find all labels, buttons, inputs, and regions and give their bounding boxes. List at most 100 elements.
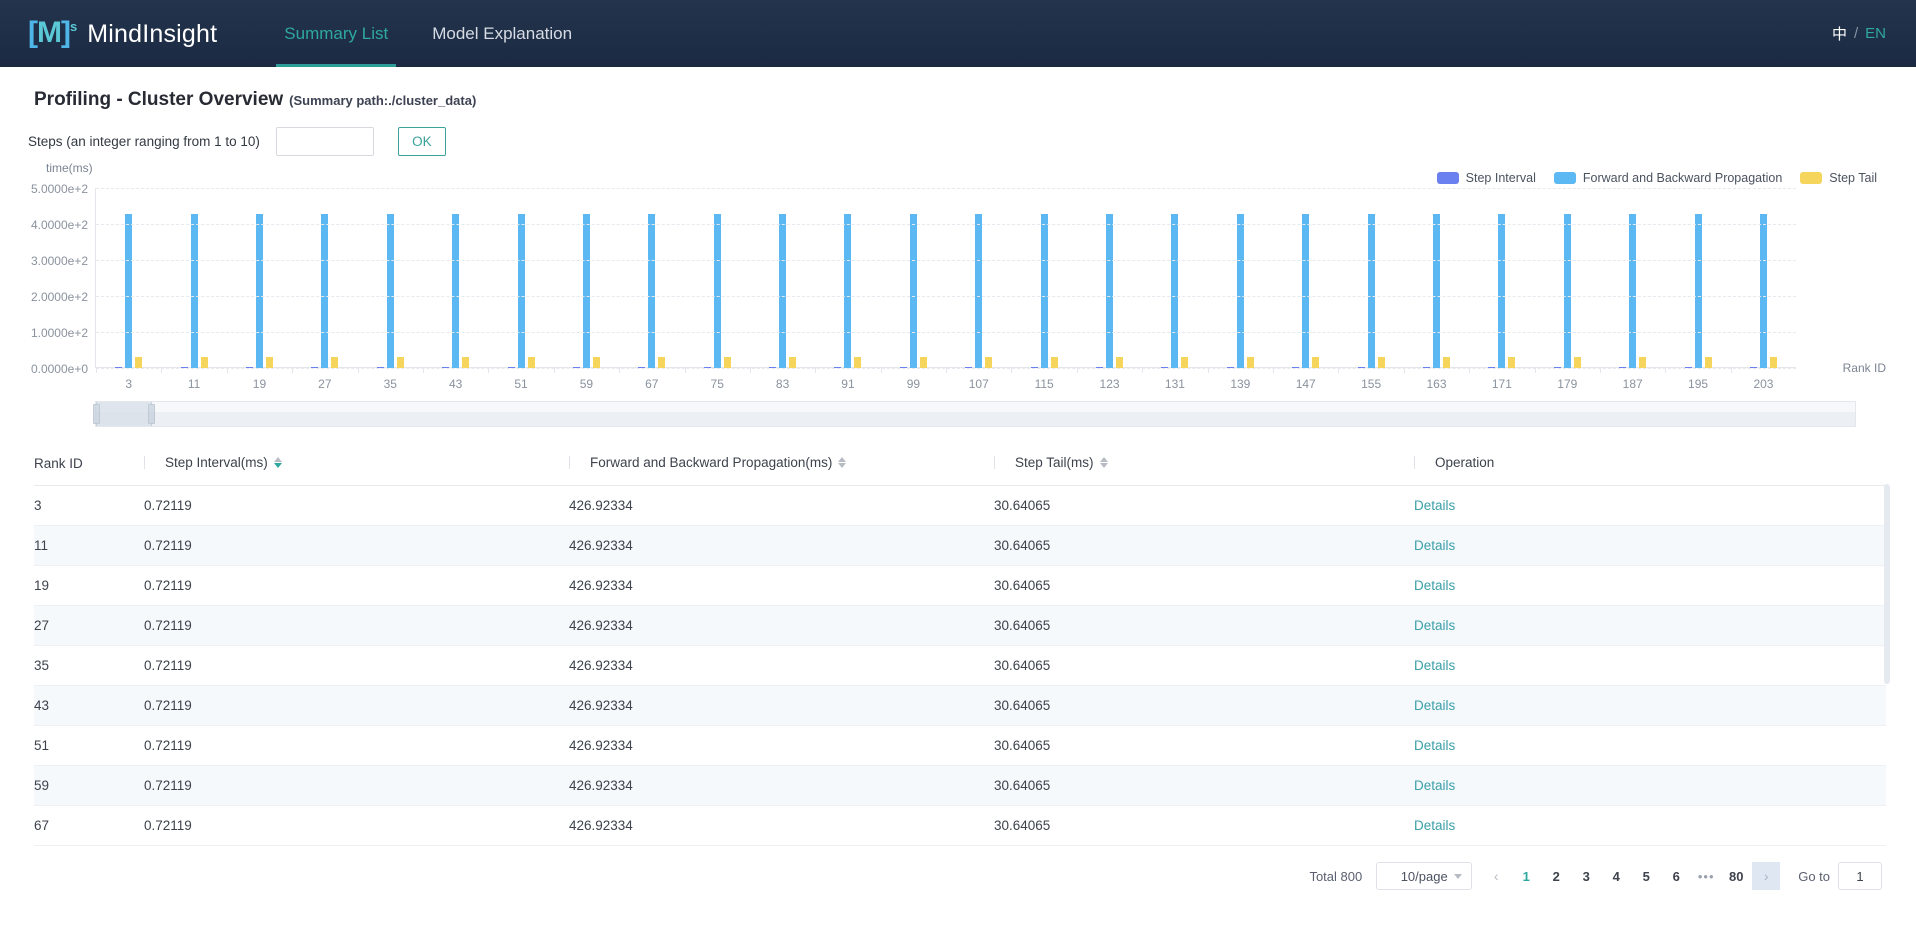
pagination-page-1[interactable]: 1	[1512, 862, 1540, 890]
details-link[interactable]: Details	[1414, 818, 1455, 833]
chart-bar-forward-backward-propagation[interactable]	[910, 214, 917, 368]
chart-bar-group[interactable]: 123	[1077, 188, 1142, 368]
chart-bar-group[interactable]: 147	[1273, 188, 1338, 368]
chart-bar-forward-backward-propagation[interactable]	[648, 214, 655, 368]
chart-bar-group[interactable]: 99	[881, 188, 946, 368]
column-header-step-interval[interactable]: Step Interval(ms)	[144, 444, 569, 486]
chart-bar-step-tail[interactable]	[1443, 357, 1450, 368]
chart-bar-step-tail[interactable]	[1378, 357, 1385, 368]
chart-bar-group[interactable]: 179	[1535, 188, 1600, 368]
chart-bar-forward-backward-propagation[interactable]	[1237, 214, 1244, 368]
sort-icon-step-tail[interactable]	[1100, 457, 1108, 468]
chart-bar-forward-backward-propagation[interactable]	[321, 214, 328, 368]
chart-bar-step-tail[interactable]	[1770, 357, 1777, 368]
details-link[interactable]: Details	[1414, 578, 1455, 593]
pagination-page-80[interactable]: 80	[1722, 862, 1750, 890]
pagination-page-2[interactable]: 2	[1542, 862, 1570, 890]
details-link[interactable]: Details	[1414, 778, 1455, 793]
chart-bar-forward-backward-propagation[interactable]	[1171, 214, 1178, 368]
details-link[interactable]: Details	[1414, 498, 1455, 513]
chart-bar-forward-backward-propagation[interactable]	[191, 214, 198, 368]
column-header-forward-backward-propagation[interactable]: Forward and Backward Propagation(ms)	[569, 444, 994, 486]
legend-item-step-interval[interactable]: Step Interval	[1437, 171, 1536, 185]
chart-bar-forward-backward-propagation[interactable]	[1041, 214, 1048, 368]
table-row[interactable]: 670.72119426.9233430.64065Details	[34, 806, 1886, 846]
datazoom-handle-left[interactable]	[93, 404, 100, 424]
chart-bar-step-tail[interactable]	[1181, 357, 1188, 368]
chart-bar-forward-backward-propagation[interactable]	[844, 214, 851, 368]
chart-bar-step-tail[interactable]	[462, 357, 469, 368]
chart-bar-group[interactable]: 139	[1208, 188, 1273, 368]
chart-bar-step-tail[interactable]	[528, 357, 535, 368]
chart-bar-step-tail[interactable]	[1508, 357, 1515, 368]
chart-bar-group[interactable]: 67	[619, 188, 684, 368]
chart-bar-forward-backward-propagation[interactable]	[1760, 214, 1767, 368]
chart-bar-forward-backward-propagation[interactable]	[583, 214, 590, 368]
pagination-page-6[interactable]: 6	[1662, 862, 1690, 890]
chart-bar-forward-backward-propagation[interactable]	[387, 214, 394, 368]
chart-bar-group[interactable]: 195	[1665, 188, 1730, 368]
chart-bar-forward-backward-propagation[interactable]	[256, 214, 263, 368]
chart-bar-forward-backward-propagation[interactable]	[1368, 214, 1375, 368]
chart-bar-forward-backward-propagation[interactable]	[1433, 214, 1440, 368]
table-vertical-scrollbar[interactable]	[1884, 484, 1890, 684]
chart-bar-forward-backward-propagation[interactable]	[1695, 214, 1702, 368]
chart-bar-group[interactable]: 107	[946, 188, 1011, 368]
chart-bar-group[interactable]: 43	[423, 188, 488, 368]
sort-icon-forward-backward-propagation[interactable]	[838, 457, 846, 468]
chart-bar-group[interactable]: 187	[1600, 188, 1665, 368]
lang-en-button[interactable]: EN	[1865, 25, 1886, 42]
chart-bar-group[interactable]: 83	[750, 188, 815, 368]
chart-bar-forward-backward-propagation[interactable]	[1629, 214, 1636, 368]
chart-bar-step-tail[interactable]	[920, 357, 927, 368]
chart-bar-forward-backward-propagation[interactable]	[1106, 214, 1113, 368]
chart-bar-forward-backward-propagation[interactable]	[125, 214, 132, 368]
chart-bar-step-tail[interactable]	[658, 357, 665, 368]
chart-bar-step-tail[interactable]	[724, 357, 731, 368]
legend-item-step-tail[interactable]: Step Tail	[1800, 171, 1877, 185]
table-row[interactable]: 350.72119426.9233430.64065Details	[34, 646, 1886, 686]
chart-plot-area[interactable]: 3111927354351596775839199107115123131139…	[95, 188, 1796, 368]
pagination-page-3[interactable]: 3	[1572, 862, 1600, 890]
chart-bar-group[interactable]: 115	[1011, 188, 1076, 368]
chart-bar-step-tail[interactable]	[331, 357, 338, 368]
chart-bar-step-tail[interactable]	[1705, 357, 1712, 368]
pagination-prev-button[interactable]: ‹	[1482, 862, 1510, 890]
chart-bar-group[interactable]: 91	[815, 188, 880, 368]
table-row[interactable]: 30.72119426.9233430.64065Details	[34, 486, 1886, 526]
table-row[interactable]: 190.72119426.9233430.64065Details	[34, 566, 1886, 606]
column-header-step-tail[interactable]: Step Tail(ms)	[994, 444, 1414, 486]
chart-bar-forward-backward-propagation[interactable]	[975, 214, 982, 368]
chart-bar-step-tail[interactable]	[135, 357, 142, 368]
chart-bar-step-tail[interactable]	[854, 357, 861, 368]
page-size-select[interactable]: 10/page	[1376, 862, 1472, 890]
app-logo[interactable]: [M]s MindInsight	[28, 18, 217, 49]
chart-bar-group[interactable]: 203	[1731, 188, 1796, 368]
chart-bar-group[interactable]: 51	[488, 188, 553, 368]
nav-item-model-explanation[interactable]: Model Explanation	[410, 0, 594, 67]
chart-bar-step-tail[interactable]	[397, 357, 404, 368]
chart-bar-group[interactable]: 35	[358, 188, 423, 368]
chart-bar-step-tail[interactable]	[1574, 357, 1581, 368]
chart-bar-forward-backward-propagation[interactable]	[452, 214, 459, 368]
chart-bar-group[interactable]: 27	[292, 188, 357, 368]
chart-bar-step-tail[interactable]	[1051, 357, 1058, 368]
chart-bar-step-tail[interactable]	[266, 357, 273, 368]
chart-bar-forward-backward-propagation[interactable]	[1564, 214, 1571, 368]
table-row[interactable]: 270.72119426.9233430.64065Details	[34, 606, 1886, 646]
pagination-page-5[interactable]: 5	[1632, 862, 1660, 890]
sort-icon-step-interval[interactable]	[274, 457, 282, 468]
chart-bar-group[interactable]: 171	[1469, 188, 1534, 368]
chart-bar-step-tail[interactable]	[1247, 357, 1254, 368]
chart-bar-forward-backward-propagation[interactable]	[1302, 214, 1309, 368]
chart-bar-group[interactable]: 163	[1404, 188, 1469, 368]
chart-datazoom-slider[interactable]	[95, 401, 1856, 427]
chart-bar-group[interactable]: 59	[554, 188, 619, 368]
chart-bar-step-tail[interactable]	[985, 357, 992, 368]
details-link[interactable]: Details	[1414, 738, 1455, 753]
chart-bar-group[interactable]: 155	[1338, 188, 1403, 368]
lang-zh-button[interactable]: 中	[1832, 23, 1847, 44]
goto-page-input[interactable]	[1838, 862, 1882, 890]
pagination-next-button[interactable]: ›	[1752, 862, 1780, 890]
pagination-page-4[interactable]: 4	[1602, 862, 1630, 890]
